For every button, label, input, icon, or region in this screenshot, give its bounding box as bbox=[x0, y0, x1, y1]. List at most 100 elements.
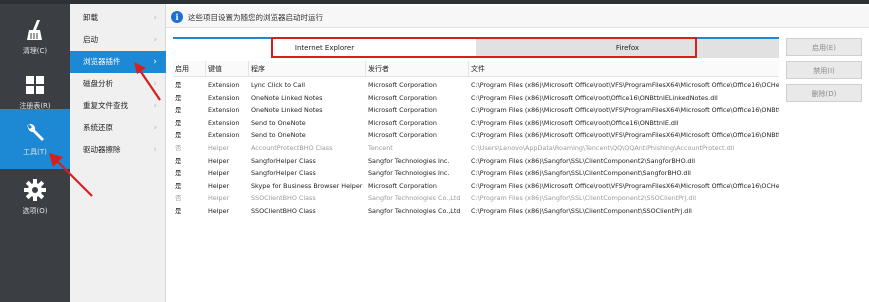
category-label: 磁盘分析 bbox=[83, 79, 113, 88]
cell-file: C:\Users\Lenovo\AppData\Roaming\Tencent\… bbox=[471, 144, 735, 152]
cell-file: C:\Program Files (x86)\Sangfor\SSL\Clien… bbox=[471, 169, 691, 178]
cell-enabled: 是 bbox=[175, 131, 182, 140]
column-header[interactable]: 启用 bbox=[173, 61, 206, 77]
main-sidebar: 清理(C) 注册表(R) 工具(T) 选项(O) bbox=[0, 0, 70, 302]
cell-program: OneNote Linked Notes bbox=[251, 106, 323, 115]
cell-program: Lync Click to Call bbox=[251, 81, 305, 89]
sidebar-item-tools[interactable]: 工具(T) bbox=[0, 109, 70, 169]
table-row[interactable]: 是 Extension Send to OneNote Microsoft Corpo… bbox=[173, 129, 779, 142]
category-label: 卸载 bbox=[83, 13, 98, 22]
sidebar-item-label: 选项(O) bbox=[22, 207, 48, 215]
cell-publisher: Microsoft Corporation bbox=[368, 81, 437, 89]
chevron-right-icon: › bbox=[153, 57, 157, 67]
wrench-icon bbox=[27, 123, 44, 141]
category-startup[interactable]: 启动 › bbox=[70, 29, 166, 51]
cell-program: SangforHelper Class bbox=[251, 169, 316, 178]
cell-enabled: 否 bbox=[175, 144, 182, 152]
category-label: 系统还原 bbox=[83, 123, 113, 132]
column-header[interactable]: 键值 bbox=[206, 61, 249, 77]
table-row[interactable]: 是 Extension OneNote Linked Notes Microsoft … bbox=[173, 92, 779, 105]
category-duplicate-finder[interactable]: 重复文件查找 › bbox=[70, 95, 166, 117]
chevron-right-icon: › bbox=[153, 145, 157, 155]
cell-type: Helper bbox=[208, 156, 230, 165]
grid-icon bbox=[26, 76, 44, 94]
cell-enabled: 是 bbox=[175, 118, 182, 127]
cell-type: Extension bbox=[208, 118, 240, 127]
cell-file: C:\Program Files (x86)\Sangfor\SSL\Clien… bbox=[471, 194, 696, 203]
cell-enabled: 是 bbox=[175, 93, 182, 102]
cell-publisher: Sangfor Technologies Co.,Ltd bbox=[368, 207, 461, 215]
cell-program: Send to OneNote bbox=[251, 131, 306, 140]
table-row[interactable]: 否 Helper SSOClientBHO Class Sangfor Technol… bbox=[173, 192, 779, 205]
cell-publisher: Sangfor Technologies Co.,Ltd bbox=[368, 194, 461, 203]
sidebar-item-options[interactable]: 选项(O) bbox=[0, 166, 70, 223]
cell-publisher: Microsoft Corporation bbox=[368, 106, 437, 115]
cell-enabled: 是 bbox=[175, 81, 182, 89]
category-label: 重复文件查找 bbox=[83, 101, 128, 110]
cell-publisher: Tencent bbox=[368, 144, 393, 152]
chevron-right-icon: › bbox=[153, 35, 157, 45]
category-disk-analysis[interactable]: 磁盘分析 › bbox=[70, 73, 166, 95]
cell-type: Helper bbox=[208, 181, 230, 190]
cell-type: Extension bbox=[208, 93, 240, 102]
cell-publisher: Microsoft Corporation bbox=[368, 181, 437, 190]
column-header[interactable]: 发行者 bbox=[366, 61, 469, 77]
cell-file: C:\Program Files (x86)\Microsoft Office\… bbox=[471, 106, 779, 115]
table-row[interactable]: 是 Helper SangforHelper Class Sangfor Techno… bbox=[173, 167, 779, 180]
cell-program: Skype for Business Browser Helper bbox=[251, 181, 363, 190]
cell-type: Extension bbox=[208, 131, 240, 140]
title-strip bbox=[70, 0, 166, 4]
table-row[interactable]: 是 Helper Skype for Business Browser Helper… bbox=[173, 180, 779, 193]
chevron-right-icon: › bbox=[153, 79, 157, 89]
delete-button[interactable]: 删除(D) bbox=[786, 84, 862, 102]
table-row[interactable]: 否 Helper AccountProtectBHO Class Tencent C:\… bbox=[173, 142, 779, 155]
cell-type: Helper bbox=[208, 169, 230, 178]
cell-file: C:\Program Files (x86)\Sangfor\SSL\Clien… bbox=[471, 156, 696, 165]
cell-file: C:\Program Files (x86)\Microsoft Office\… bbox=[471, 93, 718, 102]
cell-type: Extension bbox=[208, 81, 240, 89]
cell-publisher: Sangfor Technologies Inc. bbox=[368, 169, 450, 178]
disable-button[interactable]: 禁用(I) bbox=[786, 61, 862, 79]
column-header[interactable]: 程序 bbox=[249, 61, 366, 77]
title-strip bbox=[0, 0, 70, 4]
category-browser-plugins[interactable]: 浏览器插件 › bbox=[70, 51, 166, 73]
sidebar-item-clean[interactable]: 清理(C) bbox=[0, 6, 70, 63]
cell-file: C:\Program Files (x86)\Sangfor\SSL\Clien… bbox=[471, 207, 692, 215]
cell-type: Helper bbox=[208, 144, 230, 152]
cell-enabled: 是 bbox=[175, 207, 182, 215]
table-row[interactable]: 是 Extension Lync Click to Call Microsoft Co… bbox=[173, 79, 779, 92]
info-bar: i 这些项目设置为随您的浏览器启动时运行 bbox=[166, 6, 869, 28]
cell-program: AccountProtectBHO Class bbox=[251, 144, 333, 152]
info-text: 这些项目设置为随您的浏览器启动时运行 bbox=[188, 13, 323, 22]
table-row[interactable]: 是 Extension OneNote Linked Notes Microsoft … bbox=[173, 104, 779, 117]
category-label: 驱动器擦除 bbox=[83, 145, 121, 154]
cell-file: C:\Program Files (x86)\Microsoft Office\… bbox=[471, 118, 679, 127]
category-system-restore[interactable]: 系统还原 › bbox=[70, 117, 166, 139]
chevron-right-icon: › bbox=[153, 101, 157, 111]
cell-enabled: 是 bbox=[175, 169, 182, 178]
cell-file: C:\Program Files (x86)\Microsoft Office\… bbox=[471, 81, 779, 89]
cell-program: OneNote Linked Notes bbox=[251, 93, 323, 102]
info-icon: i bbox=[171, 11, 183, 23]
enable-button[interactable]: 启用(E) bbox=[786, 38, 862, 56]
cell-program: SSOClientBHO Class bbox=[251, 207, 316, 215]
table-row[interactable]: 是 Helper SangforHelper Class Sangfor Techno… bbox=[173, 155, 779, 168]
cell-enabled: 是 bbox=[175, 181, 182, 190]
cell-publisher: Microsoft Corporation bbox=[368, 131, 437, 140]
category-drive-wiper[interactable]: 驱动器擦除 › bbox=[70, 139, 166, 161]
table-row[interactable]: 是 Extension Send to OneNote Microsoft Corpo… bbox=[173, 117, 779, 130]
column-header[interactable]: 文件 bbox=[469, 61, 779, 77]
category-uninstall[interactable]: 卸载 › bbox=[70, 7, 166, 29]
plugins-table: 启用 键值 程序 发行者 文件 是 Extension Lync Click to … bbox=[173, 61, 779, 302]
cell-enabled: 否 bbox=[175, 194, 182, 203]
tools-category-list: 卸载 › 启动 › 浏览器插件 › 磁盘分析 › 重复文件查找 › 系统还原 ›… bbox=[70, 0, 166, 302]
table-row[interactable]: 是 Helper SSOClientBHO Class Sangfor Technol… bbox=[173, 205, 779, 218]
cell-type: Extension bbox=[208, 106, 240, 115]
annotation-highlight-box bbox=[271, 37, 697, 58]
cell-program: SSOClientBHO Class bbox=[251, 194, 316, 203]
title-strip bbox=[166, 0, 869, 4]
cell-publisher: Microsoft Corporation bbox=[368, 118, 437, 127]
cell-publisher: Microsoft Corporation bbox=[368, 93, 437, 102]
category-label: 启动 bbox=[83, 35, 98, 44]
cell-file: C:\Program Files (x86)\Microsoft Office\… bbox=[471, 181, 779, 190]
